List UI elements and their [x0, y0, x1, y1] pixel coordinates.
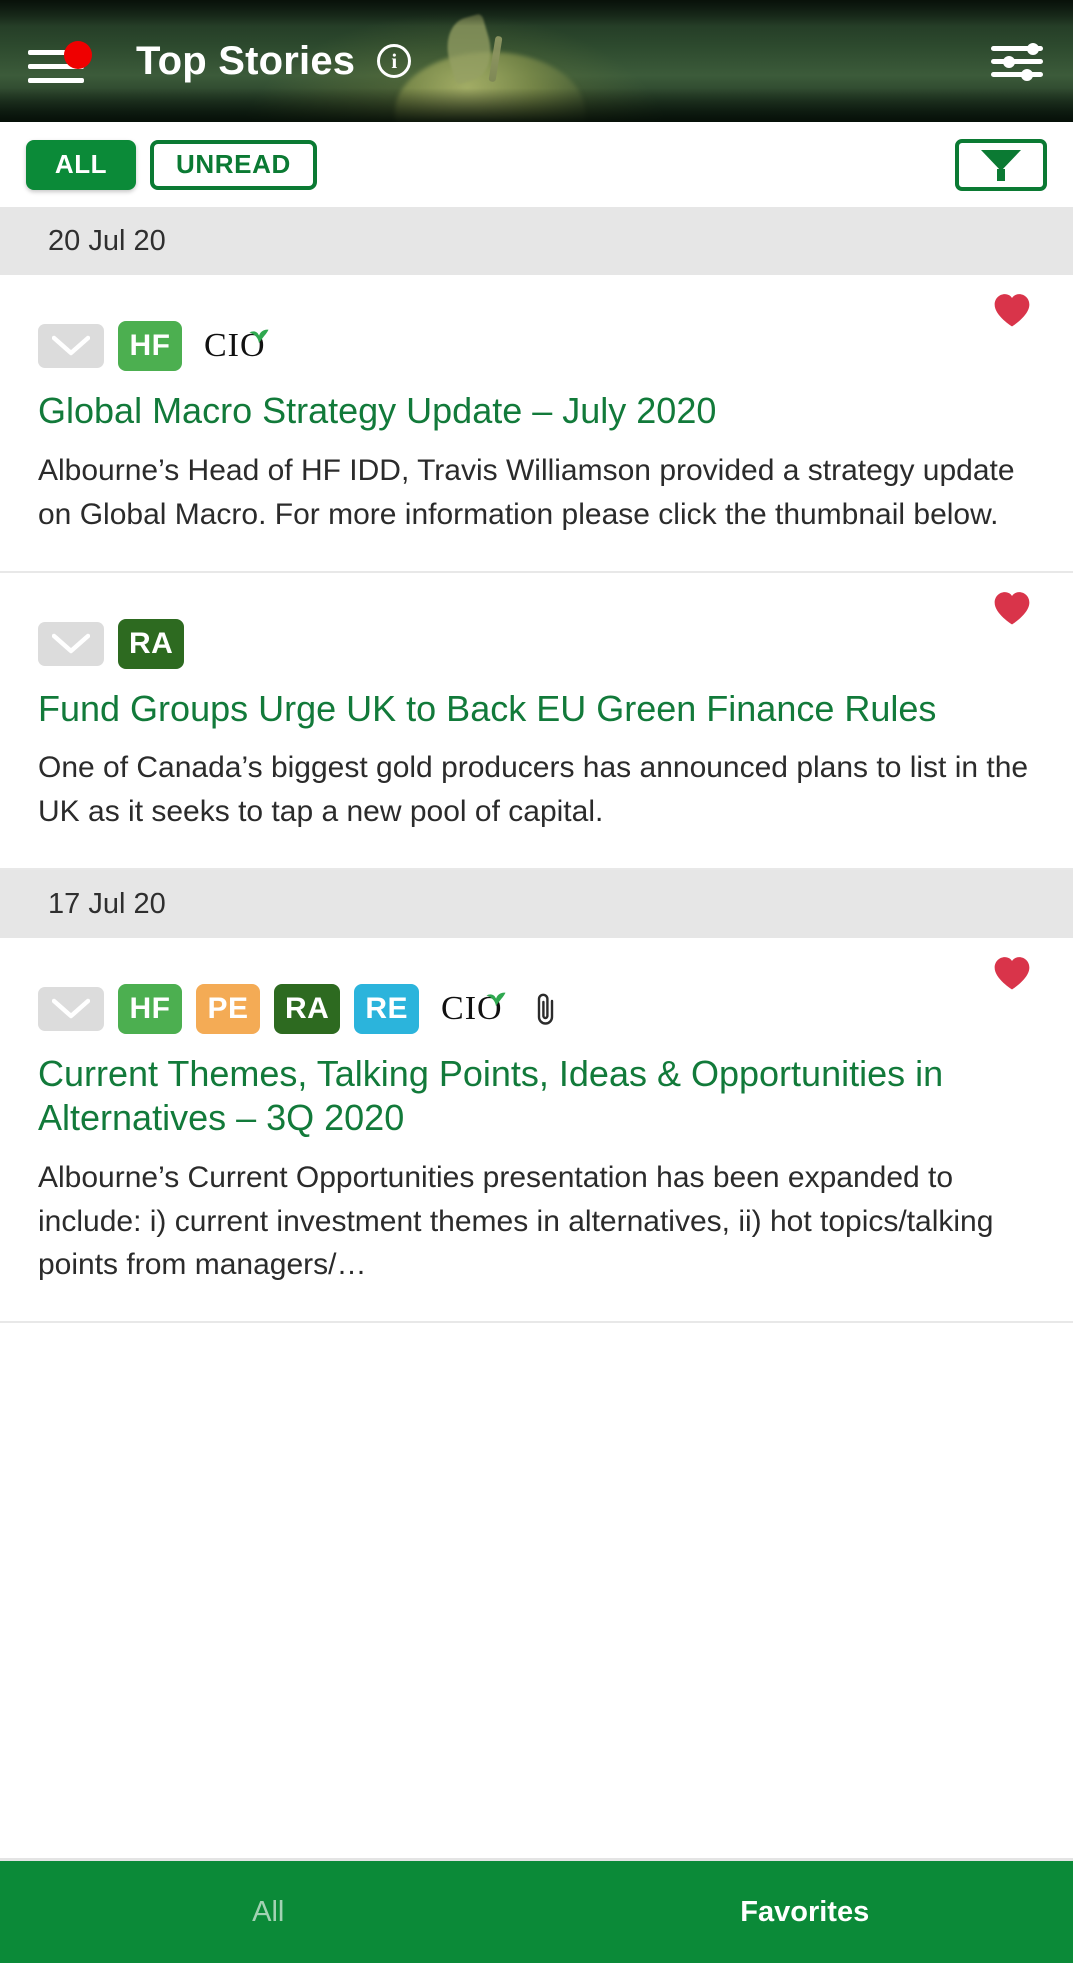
paperclip-glyph	[537, 993, 553, 1025]
slider-knob-1	[1027, 42, 1039, 55]
slider-knob-2	[1003, 55, 1015, 68]
app-root: Top Stories i ALL UNREAD 20 Jul 20 HF CIO G…	[0, 0, 1073, 1963]
envelope-glyph	[52, 633, 90, 653]
hamburger-menu-icon[interactable]	[28, 37, 92, 85]
filter-all-button[interactable]: ALL	[26, 139, 136, 190]
header-row: Top Stories i	[0, 0, 1073, 122]
unread-envelope-icon[interactable]	[38, 987, 104, 1031]
story-badges-row: HF CIO	[38, 321, 1039, 371]
filter-bar: ALL UNREAD	[0, 122, 1073, 207]
leaf-icon	[249, 314, 269, 343]
attachment-paperclip-icon[interactable]	[533, 992, 559, 1026]
story-list: 20 Jul 20 HF CIO Global Macro Strategy Upda…	[0, 207, 1073, 1858]
heart-glyph	[994, 294, 1030, 327]
story-summary: Albourne’s Head of HF IDD, Travis Willia…	[38, 453, 1015, 531]
bottom-navigation: All Favorites	[0, 1858, 1073, 1963]
story-badges-row: HF PE RA RE CIO	[38, 984, 1039, 1034]
filter-unread-button[interactable]: UNREAD	[150, 139, 317, 190]
heart-glyph	[994, 591, 1030, 624]
filter-funnel-button[interactable]	[955, 138, 1047, 191]
story-title[interactable]: Global Macro Strategy Update – July 2020	[38, 389, 1039, 433]
envelope-glyph	[52, 998, 90, 1019]
asset-class-tag-ra[interactable]: RA	[274, 984, 341, 1034]
story-list-item[interactable]: HF CIO Global Macro Strategy Update – July…	[0, 275, 1073, 573]
bottom-nav-item-favorites[interactable]: Favorites	[537, 1896, 1073, 1929]
story-summary: Albourne’s Current Opportunities present…	[38, 1160, 994, 1282]
cio-logo: CIO	[204, 327, 270, 365]
story-list-item[interactable]: HF PE RA RE CIO Current Themes, Talking Point…	[0, 938, 1073, 1324]
story-summary: One of Canada’s biggest gold producers h…	[38, 751, 1029, 829]
story-list-item[interactable]: RA Fund Groups Urge UK to Back EU Green F…	[0, 572, 1073, 870]
asset-class-tag-ra[interactable]: RA	[118, 618, 185, 669]
envelope-glyph	[52, 335, 90, 356]
story-title[interactable]: Fund Groups Urge UK to Back EU Green Fin…	[38, 687, 1039, 731]
story-badges-row: RA	[38, 618, 1039, 669]
page-title: Top Stories	[136, 38, 356, 83]
date-group-header: 20 Jul 20	[0, 207, 1073, 275]
asset-class-tag-pe[interactable]: PE	[196, 984, 260, 1034]
info-circle-icon[interactable]: i	[377, 44, 412, 78]
unread-envelope-icon[interactable]	[38, 324, 104, 368]
date-group-header: 17 Jul 20	[0, 870, 1073, 938]
slider-knob-3	[1021, 68, 1033, 81]
unread-envelope-icon[interactable]	[38, 621, 104, 666]
leaf-glyph	[486, 992, 506, 1006]
slider-bar-2	[991, 59, 1043, 64]
funnel-filter-icon	[981, 149, 1021, 181]
bottom-nav-item-all[interactable]: All	[0, 1896, 537, 1929]
hamburger-bar-3	[28, 78, 84, 83]
app-header: Top Stories i	[0, 0, 1073, 122]
leaf-glyph	[249, 329, 269, 343]
sliders-settings-icon[interactable]	[991, 40, 1043, 82]
story-title[interactable]: Current Themes, Talking Points, Ideas & …	[38, 1052, 1039, 1140]
asset-class-tag-re[interactable]: RE	[354, 984, 420, 1034]
cio-logo: CIO	[441, 990, 507, 1028]
asset-class-tag-hf[interactable]: HF	[118, 984, 182, 1034]
notification-badge-dot	[64, 41, 92, 69]
asset-class-tag-hf[interactable]: HF	[118, 321, 182, 371]
leaf-icon	[486, 977, 506, 1006]
favorite-heart-icon[interactable]	[993, 591, 1031, 625]
favorite-heart-icon[interactable]	[993, 293, 1031, 327]
slider-bar-3	[991, 72, 1043, 77]
favorite-heart-icon[interactable]	[993, 956, 1031, 990]
heart-glyph	[994, 957, 1030, 990]
